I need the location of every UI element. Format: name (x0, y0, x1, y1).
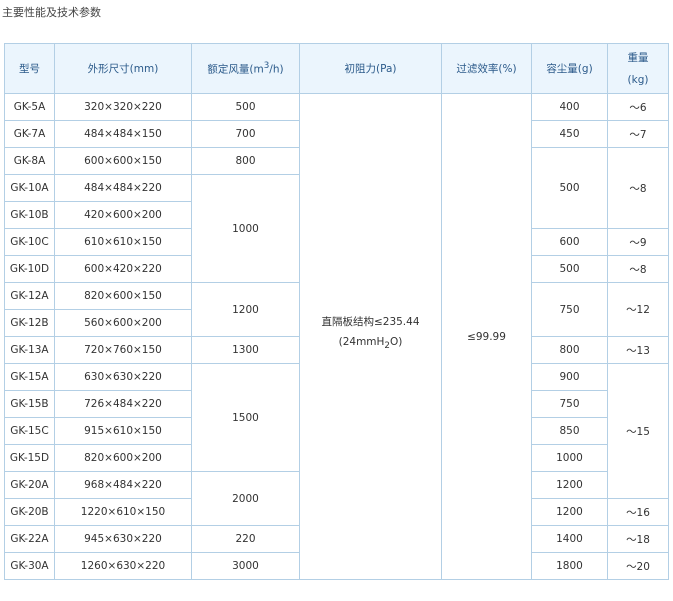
cell-model: GK-15C (4, 417, 55, 445)
cell-dust: 1200 (531, 471, 608, 499)
header-airflow: 额定风量(m3/h) (191, 43, 300, 94)
cell-airflow: 3000 (191, 552, 300, 580)
cell-airflow: 1000 (191, 174, 300, 283)
cell-model: GK-10A (4, 174, 55, 202)
page-title: 主要性能及技术参数 (2, 6, 101, 19)
cell-size: 610×610×150 (54, 228, 192, 256)
table-header-row: 型号 外形尺寸(mm) 额定风量(m3/h) 初阻力(Pa) 过滤效率(%) 容… (4, 43, 669, 94)
cell-model: GK-10D (4, 255, 55, 283)
cell-model: GK-20A (4, 471, 55, 499)
cell-weight: ～8 (607, 255, 669, 283)
cell-model: GK-5A (4, 93, 55, 121)
cell-airflow: 800 (191, 147, 300, 175)
header-resistance: 初阻力(Pa) (299, 43, 442, 94)
cell-size: 560×600×200 (54, 309, 192, 337)
cell-model: GK-13A (4, 336, 55, 364)
cell-dust: 850 (531, 417, 608, 445)
cell-size: 720×760×150 (54, 336, 192, 364)
cell-resistance: 直隔板结构≤235.44 (24mmH2O) (299, 93, 442, 580)
cell-model: GK-10C (4, 228, 55, 256)
cell-airflow: 220 (191, 525, 300, 553)
cell-size: 320×320×220 (54, 93, 192, 121)
cell-size: 820×600×150 (54, 282, 192, 310)
cell-weight: ～9 (607, 228, 669, 256)
header-dust: 容尘量(g) (531, 43, 608, 94)
cell-weight: ～12 (607, 282, 669, 337)
cell-airflow: 1500 (191, 363, 300, 472)
cell-size: 820×600×200 (54, 444, 192, 472)
cell-efficiency: ≤99.99 (441, 93, 532, 580)
cell-airflow: 1300 (191, 336, 300, 364)
cell-model: GK-8A (4, 147, 55, 175)
table-row: GK-5A 320×320×220 500 直隔板结构≤235.44 (24mm… (4, 93, 669, 580)
cell-size: 945×630×220 (54, 525, 192, 553)
cell-dust: 1200 (531, 498, 608, 526)
cell-airflow: 1200 (191, 282, 300, 337)
cell-model: GK-7A (4, 120, 55, 148)
cell-size: 600×420×220 (54, 255, 192, 283)
cell-dust: 900 (531, 363, 608, 391)
cell-model: GK-12A (4, 282, 55, 310)
cell-dust: 800 (531, 336, 608, 364)
cell-size: 1260×630×220 (54, 552, 192, 580)
cell-dust: 750 (531, 282, 608, 337)
cell-size: 1220×610×150 (54, 498, 192, 526)
cell-size: 915×610×150 (54, 417, 192, 445)
cell-size: 484×484×150 (54, 120, 192, 148)
cell-dust: 750 (531, 390, 608, 418)
spec-table: 型号 外形尺寸(mm) 额定风量(m3/h) 初阻力(Pa) 过滤效率(%) 容… (4, 43, 669, 580)
cell-model: GK-15D (4, 444, 55, 472)
header-weight: 重量 (kg) (607, 43, 669, 94)
cell-airflow: 500 (191, 93, 300, 121)
cell-model: GK-30A (4, 552, 55, 580)
cell-dust: 1400 (531, 525, 608, 553)
cell-weight: ～16 (607, 498, 669, 526)
cell-model: GK-22A (4, 525, 55, 553)
cell-weight: ～7 (607, 120, 669, 148)
cell-dust: 500 (531, 255, 608, 283)
cell-model: GK-15B (4, 390, 55, 418)
cell-model: GK-20B (4, 498, 55, 526)
header-efficiency: 过滤效率(%) (441, 43, 532, 94)
cell-dust: 450 (531, 120, 608, 148)
cell-size: 420×600×200 (54, 201, 192, 229)
cell-dust: 1800 (531, 552, 608, 580)
cell-size: 726×484×220 (54, 390, 192, 418)
cell-size: 600×600×150 (54, 147, 192, 175)
cell-dust: 400 (531, 93, 608, 121)
cell-size: 968×484×220 (54, 471, 192, 499)
cell-airflow: 700 (191, 120, 300, 148)
cell-weight: ～18 (607, 525, 669, 553)
cell-size: 484×484×220 (54, 174, 192, 202)
cell-weight: ～8 (607, 147, 669, 229)
cell-dust: 1000 (531, 444, 608, 472)
cell-size: 630×630×220 (54, 363, 192, 391)
cell-model: GK-12B (4, 309, 55, 337)
header-model: 型号 (4, 43, 55, 94)
cell-model: GK-10B (4, 201, 55, 229)
header-size: 外形尺寸(mm) (54, 43, 192, 94)
cell-dust: 600 (531, 228, 608, 256)
cell-weight: ～6 (607, 93, 669, 121)
cell-weight: ～15 (607, 363, 669, 499)
cell-dust: 500 (531, 147, 608, 229)
cell-weight: ～13 (607, 336, 669, 364)
cell-airflow: 2000 (191, 471, 300, 526)
cell-model: GK-15A (4, 363, 55, 391)
cell-weight: ～20 (607, 552, 669, 580)
